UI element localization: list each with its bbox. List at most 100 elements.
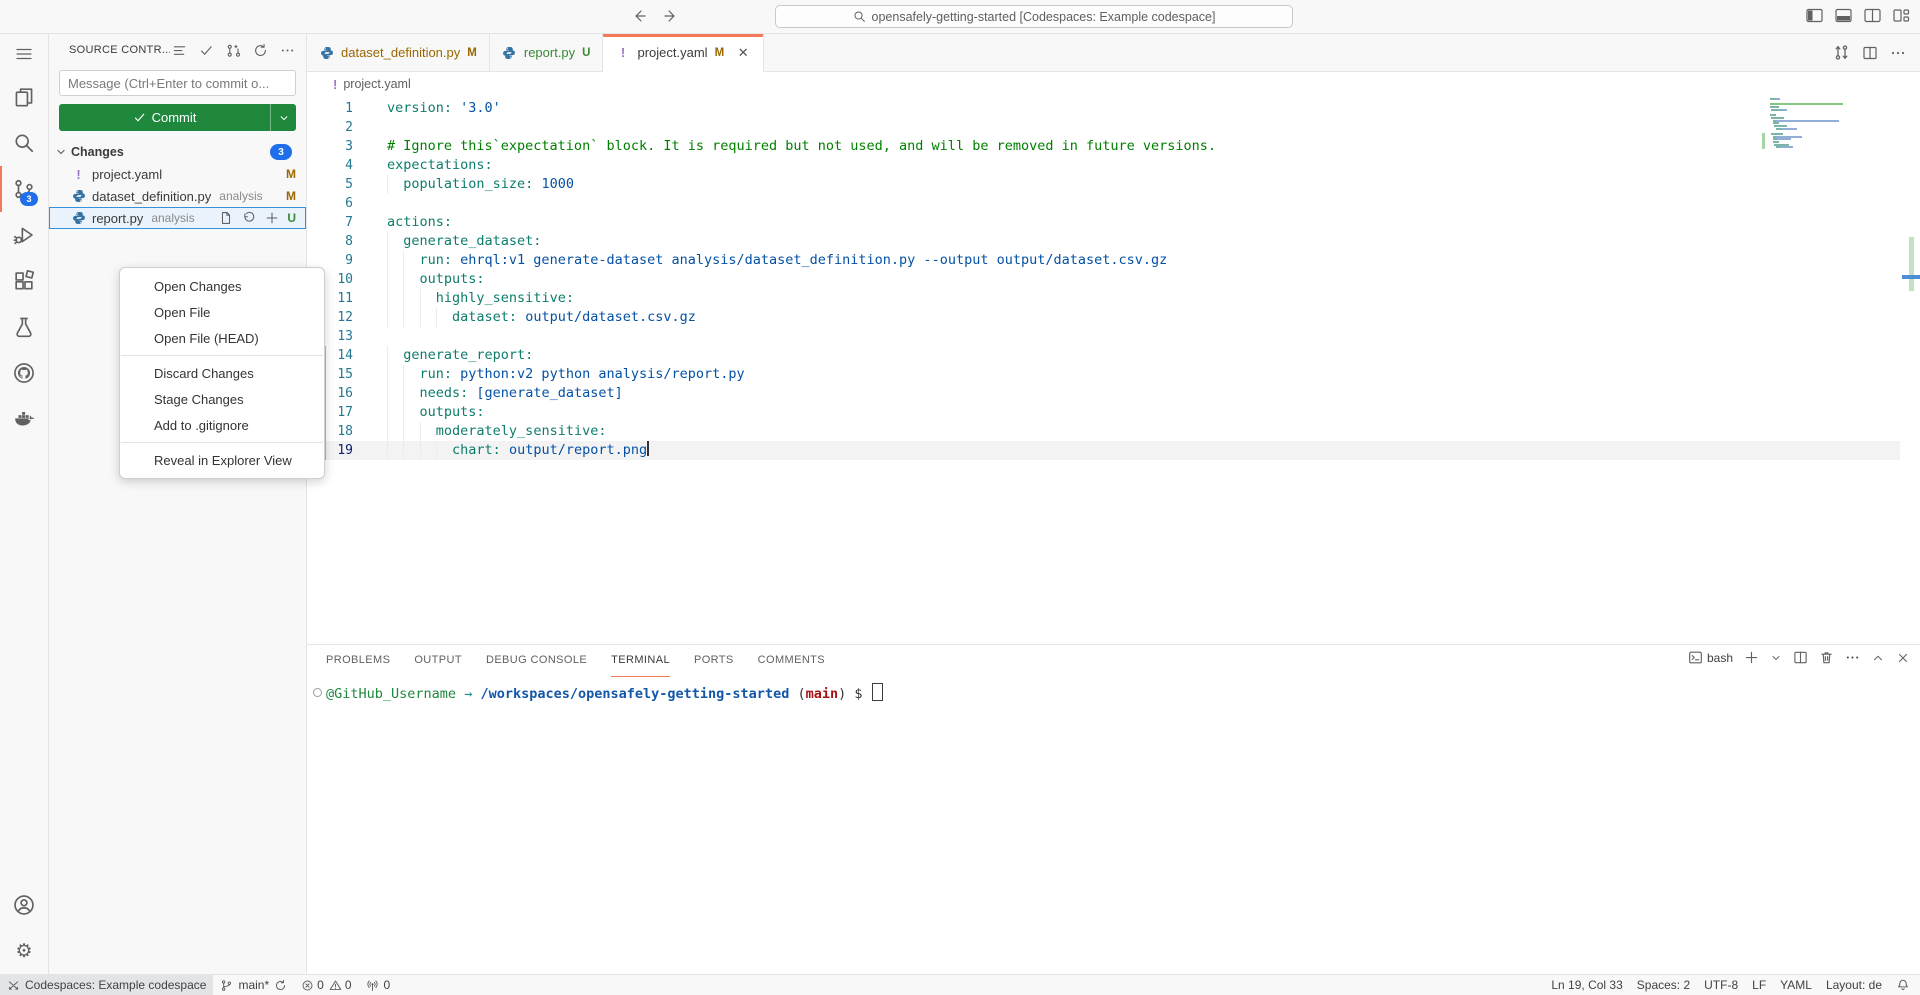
sidebar-item-testing[interactable] bbox=[0, 304, 48, 350]
scm-file-row[interactable]: dataset_definition.pyanalysisM bbox=[49, 185, 306, 207]
code-line-15: 15 run: python:v2 python analysis/report… bbox=[307, 365, 1900, 384]
search-icon bbox=[853, 10, 866, 23]
scm-file-row[interactable]: report.pyanalysisU bbox=[49, 207, 306, 229]
toggle-sidebar-icon[interactable] bbox=[1806, 8, 1823, 23]
view-as-list-icon[interactable] bbox=[170, 41, 188, 59]
menu-item-open-changes[interactable]: Open Changes bbox=[120, 273, 324, 299]
close-panel-icon[interactable] bbox=[1896, 651, 1910, 665]
warning-icon bbox=[329, 979, 342, 992]
editor-tabs: dataset_definition.pyMreport.pyU!project… bbox=[307, 34, 1920, 72]
terminal-cursor bbox=[872, 683, 883, 701]
sidebar-item-extensions[interactable] bbox=[0, 258, 48, 304]
changes-file-list: !project.yamlMdataset_definition.pyanaly… bbox=[49, 163, 306, 229]
git-status-badge: M bbox=[715, 47, 725, 59]
kill-terminal-icon[interactable] bbox=[1819, 650, 1834, 665]
code-line-13: 13 bbox=[307, 327, 1900, 346]
panel-tab-problems[interactable]: PROBLEMS bbox=[326, 645, 390, 677]
status-item-lf[interactable]: LF bbox=[1745, 975, 1773, 995]
editor-tab-project.yaml[interactable]: !project.yamlM✕ bbox=[603, 34, 764, 72]
menu-item-open-file[interactable]: Open File bbox=[120, 299, 324, 325]
minimap[interactable] bbox=[1766, 98, 1896, 149]
line-number: 15 bbox=[326, 365, 353, 384]
yaml-icon: ! bbox=[615, 46, 630, 59]
refresh-icon[interactable] bbox=[251, 41, 269, 59]
scm-file-row[interactable]: !project.yamlM bbox=[49, 163, 306, 185]
code-line-3: 3# Ignore this`expectation` block. It is… bbox=[307, 137, 1900, 156]
sidebar-item-run-debug[interactable] bbox=[0, 212, 48, 258]
sidebar-item-github[interactable] bbox=[0, 350, 48, 396]
new-terminal-icon[interactable] bbox=[1744, 650, 1759, 665]
panel-tab-terminal[interactable]: TERMINAL bbox=[611, 645, 670, 677]
terminal-dropdown-icon[interactable] bbox=[1770, 652, 1782, 664]
split-editor-icon[interactable] bbox=[1864, 8, 1881, 23]
sidebar-item-search[interactable] bbox=[0, 120, 48, 166]
open-file-icon[interactable] bbox=[218, 210, 234, 226]
menu-item-reveal-in-explorer-view[interactable]: Reveal in Explorer View bbox=[120, 447, 324, 473]
editor-tab-dataset_definition.py[interactable]: dataset_definition.pyM bbox=[307, 34, 490, 71]
title-bar: opensafely-getting-started [Codespaces: … bbox=[0, 0, 1920, 34]
menu-item-add-to-gitignore[interactable]: Add to .gitignore bbox=[120, 412, 324, 438]
file-name: project.yaml bbox=[92, 167, 162, 182]
stage-icon[interactable] bbox=[264, 210, 280, 226]
code-editor[interactable]: 1version: '3.0'23# Ignore this`expectati… bbox=[307, 96, 1920, 644]
status-item-utf-8[interactable]: UTF-8 bbox=[1697, 975, 1745, 995]
sidebar-item-docker[interactable] bbox=[0, 396, 48, 442]
toggle-panel-icon[interactable] bbox=[1835, 8, 1852, 23]
more-actions-icon[interactable] bbox=[278, 41, 296, 59]
split-editor-icon[interactable] bbox=[1862, 45, 1878, 61]
problems-indicator[interactable]: 0 0 bbox=[294, 975, 358, 995]
line-number: 3 bbox=[326, 137, 353, 156]
discard-icon[interactable] bbox=[241, 210, 257, 226]
terminal-content[interactable]: @GitHub_Username → /workspaces/opensafel… bbox=[307, 676, 1920, 702]
notifications-bell[interactable] bbox=[1889, 975, 1920, 995]
customize-layout-icon[interactable] bbox=[1893, 8, 1910, 23]
overview-ruler[interactable] bbox=[1900, 96, 1920, 644]
panel-tab-debug-console[interactable]: DEBUG CONSOLE bbox=[486, 645, 587, 677]
line-number: 4 bbox=[326, 156, 353, 175]
menu-item-open-file-head-[interactable]: Open File (HEAD) bbox=[120, 325, 324, 351]
status-item-ln-19-col-33[interactable]: Ln 19, Col 33 bbox=[1544, 975, 1629, 995]
menu-separator bbox=[121, 355, 323, 356]
commit-message-input[interactable] bbox=[59, 70, 296, 96]
remote-icon bbox=[7, 979, 20, 992]
remote-indicator[interactable]: Codespaces: Example codespace bbox=[0, 975, 213, 995]
menu-item-discard-changes[interactable]: Discard Changes bbox=[120, 360, 324, 386]
ports-indicator[interactable]: 0 bbox=[359, 975, 398, 995]
accounts-icon[interactable] bbox=[0, 882, 48, 928]
command-center-search[interactable]: opensafely-getting-started [Codespaces: … bbox=[775, 5, 1293, 28]
panel-tab-output[interactable]: OUTPUT bbox=[414, 645, 462, 677]
status-item-yaml[interactable]: YAML bbox=[1773, 975, 1819, 995]
breadcrumb[interactable]: ! project.yaml bbox=[307, 72, 1920, 96]
menu-item-stage-changes[interactable]: Stage Changes bbox=[120, 386, 324, 412]
open-changes-icon[interactable] bbox=[1833, 44, 1850, 61]
line-number: 7 bbox=[326, 213, 353, 232]
settings-gear-icon[interactable]: ⚙ bbox=[0, 928, 48, 974]
git-status-badge: U bbox=[287, 211, 296, 225]
panel-tab-comments[interactable]: COMMENTS bbox=[758, 645, 825, 677]
command-center-text: opensafely-getting-started [Codespaces: … bbox=[872, 10, 1216, 24]
commit-button[interactable]: Commit bbox=[59, 104, 296, 131]
github-icon bbox=[13, 362, 35, 384]
status-item-spaces-2[interactable]: Spaces: 2 bbox=[1630, 975, 1697, 995]
nav-forward-button[interactable] bbox=[662, 7, 680, 25]
maximize-panel-icon[interactable] bbox=[1871, 651, 1885, 665]
terminal-shell-picker[interactable]: bash bbox=[1688, 650, 1733, 665]
editor-tab-report.py[interactable]: report.pyU bbox=[490, 34, 604, 71]
changes-section-header[interactable]: Changes 3 bbox=[49, 141, 306, 163]
panel-more-icon[interactable] bbox=[1845, 650, 1860, 665]
close-icon[interactable]: ✕ bbox=[735, 45, 751, 61]
menu-icon[interactable] bbox=[0, 34, 48, 74]
commit-dropdown-button[interactable] bbox=[270, 104, 296, 131]
code-line-10: 10 outputs: bbox=[307, 270, 1900, 289]
nav-back-button[interactable] bbox=[630, 7, 648, 25]
split-terminal-icon[interactable] bbox=[1793, 650, 1808, 665]
sidebar-item-source-control[interactable]: 3 bbox=[0, 166, 48, 212]
panel-tab-ports[interactable]: PORTS bbox=[694, 645, 734, 677]
flask-icon bbox=[13, 316, 35, 338]
create-pull-request-icon[interactable] bbox=[224, 41, 242, 59]
commit-check-icon[interactable] bbox=[197, 41, 215, 59]
more-actions-icon[interactable] bbox=[1890, 45, 1906, 61]
status-item-layout-de[interactable]: Layout: de bbox=[1819, 975, 1889, 995]
sidebar-item-explorer[interactable] bbox=[0, 74, 48, 120]
branch-indicator[interactable]: main* bbox=[213, 975, 294, 995]
